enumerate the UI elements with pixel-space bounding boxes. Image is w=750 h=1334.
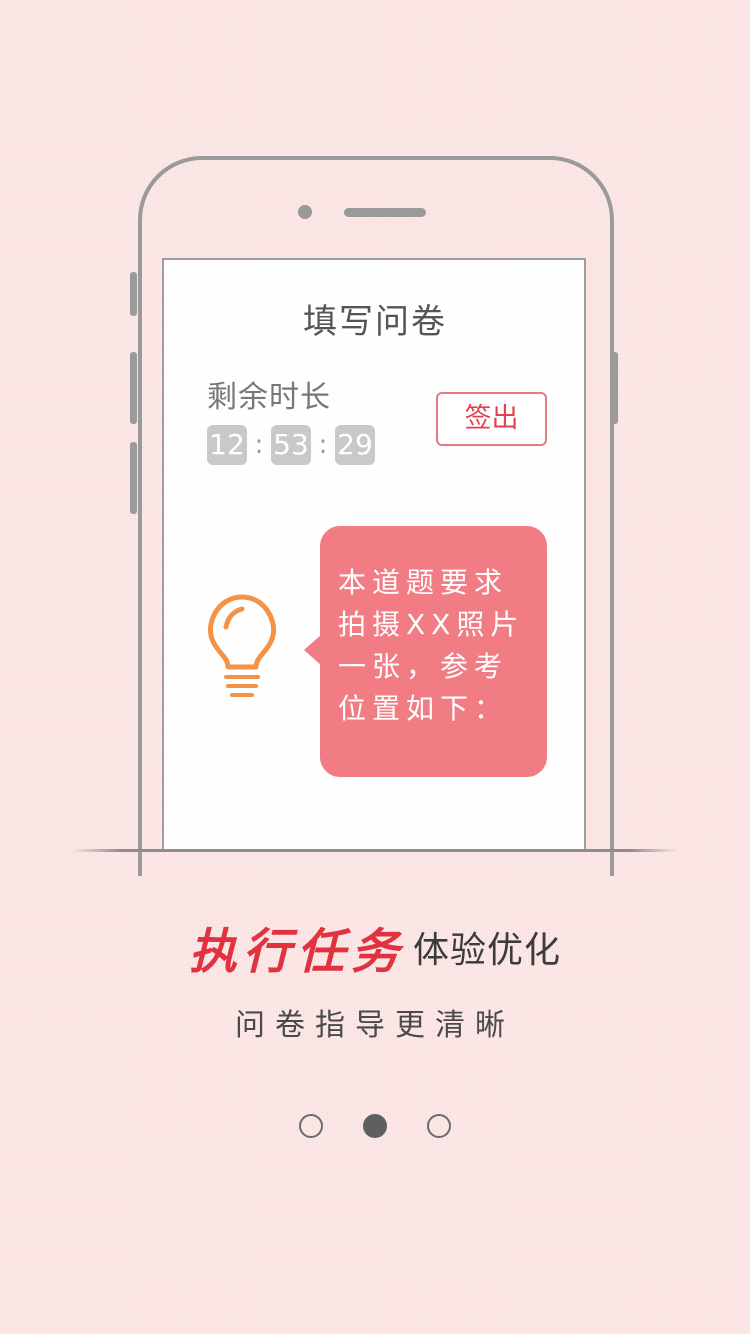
page-dot-active[interactable] [363,1114,387,1138]
subtitle: 问卷指导更清晰 [235,1008,515,1043]
countdown-timer: 12 : 53 : 29 [207,425,375,465]
phone-camera [298,205,312,219]
headline-rest: 体验优化 [413,930,562,971]
phone-side-button [130,442,137,514]
page-dot[interactable] [299,1114,323,1138]
remaining-time-label: 剩余时长 [207,380,331,415]
headline: 执行任务 体验优化 [0,912,750,982]
timer-separator: : [318,430,328,460]
headline-emphasis: 执行任务 [188,924,405,980]
ground-line [72,849,678,852]
timer-hours: 12 [207,425,247,465]
checkout-button[interactable]: 签出 [436,392,547,446]
page-indicator [0,1114,750,1140]
screen-title: 填写问卷 [303,302,447,342]
timer-seconds: 29 [335,425,375,465]
phone-speaker [344,208,426,217]
hint-text: 本道题要求拍摄XX照片一张，参考位置如下： [338,566,525,725]
lightbulb-icon [208,594,276,697]
timer-minutes: 53 [271,425,311,465]
timer-separator: : [254,430,264,460]
page-dot[interactable] [427,1114,451,1138]
phone-side-button [611,352,618,424]
phone-side-button [130,352,137,424]
